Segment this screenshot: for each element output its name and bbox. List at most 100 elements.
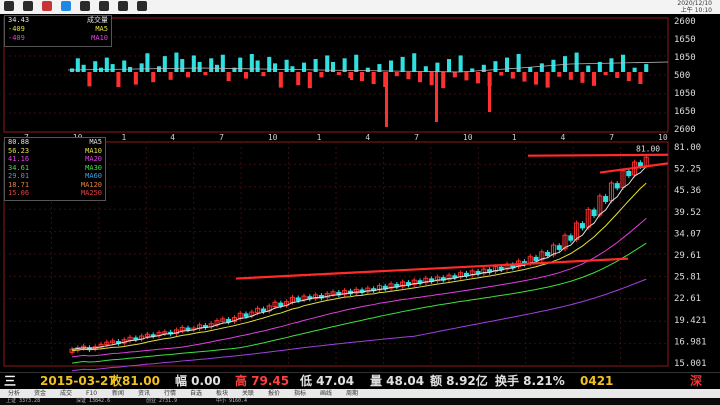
volume-bar bbox=[261, 72, 266, 77]
time-axis-tick: 7 bbox=[609, 133, 614, 142]
volume-spike bbox=[385, 72, 388, 127]
time-axis-tick: 1 bbox=[317, 133, 322, 142]
time-axis-tick: 1 bbox=[122, 133, 127, 142]
ma-legend-row: 80.88 MA5 bbox=[5, 138, 105, 147]
ma-legend-value: 80.88 bbox=[8, 138, 30, 146]
ma-legend-value: 56.23 bbox=[8, 146, 30, 155]
bottom-tab[interactable]: 指标 bbox=[294, 389, 306, 398]
volume-bar bbox=[586, 65, 591, 72]
volume-bar bbox=[191, 55, 196, 72]
volume-bar bbox=[139, 63, 144, 72]
tray-icon-3[interactable] bbox=[61, 1, 71, 11]
price-axis-tick: 34.07 bbox=[674, 229, 701, 239]
volume-bar bbox=[354, 54, 359, 72]
vol-legend-label: 成交量 bbox=[87, 16, 108, 24]
bottom-tab[interactable]: 报价 bbox=[268, 389, 280, 398]
stock-chart[interactable]: 81.00 2600 1650 1050 500 1050 1650 2600 81.00 52… bbox=[0, 14, 720, 372]
price-axis-tick: 81.00 bbox=[674, 143, 701, 153]
resistance-line bbox=[235, 257, 629, 280]
candle bbox=[533, 256, 539, 261]
volume-bar bbox=[505, 57, 510, 72]
candle bbox=[295, 297, 301, 301]
tray-icon-1[interactable] bbox=[23, 1, 33, 11]
tray-icon-0[interactable] bbox=[4, 1, 14, 11]
volume-bar bbox=[580, 72, 585, 83]
volume-spike bbox=[435, 72, 438, 122]
volume-bar bbox=[528, 66, 533, 72]
volume-bar bbox=[220, 54, 225, 72]
volume-bar bbox=[238, 57, 243, 72]
volume-bar bbox=[336, 72, 341, 75]
candle bbox=[133, 337, 139, 340]
ma-legend-label: MA20 bbox=[85, 155, 102, 163]
bottom-tab[interactable]: 周期 bbox=[346, 389, 358, 398]
quote-item: 高 79.45 bbox=[235, 374, 290, 388]
vol-axis-tick: 2600 bbox=[674, 17, 696, 27]
volume-bar bbox=[412, 53, 417, 72]
volume-bar bbox=[429, 72, 434, 86]
ma-legend-value: 34.61 bbox=[8, 163, 30, 172]
volume-bar bbox=[394, 72, 399, 77]
vol-legend-value: -409 bbox=[8, 25, 25, 33]
time-axis-tick: 4 bbox=[170, 133, 175, 142]
volume-spike bbox=[350, 72, 353, 80]
bottom-tabs[interactable]: 分析 资金 成交 F10 新闻 资讯 行情 自选 板块 关联 报价 指标 画线 周期 bbox=[0, 389, 720, 398]
volume-bar bbox=[447, 59, 452, 72]
bottom-tab[interactable]: F10 bbox=[86, 389, 97, 398]
volume-bar bbox=[116, 72, 121, 87]
right-axis: 2600 1650 1050 500 1050 1650 2600 81.00 52.25 45.… bbox=[674, 17, 707, 369]
volume-bar bbox=[365, 67, 370, 72]
volume-bar bbox=[435, 62, 440, 72]
volume-bar bbox=[510, 72, 515, 79]
vol-legend-value: 34.43 bbox=[8, 16, 30, 24]
volume-bar bbox=[186, 72, 191, 78]
candlestick-series bbox=[69, 154, 649, 355]
vol-axis-tick: 2600 bbox=[674, 125, 696, 135]
bottom-tab[interactable]: 分析 bbox=[8, 389, 20, 398]
volume-bar bbox=[418, 72, 423, 83]
bottom-tab[interactable]: 新闻 bbox=[112, 389, 124, 398]
time-axis-tick: 1 bbox=[512, 133, 517, 142]
tray-icon-6[interactable] bbox=[118, 1, 128, 11]
peak-annotation: 81.00 bbox=[636, 145, 660, 154]
tray-icon-5[interactable] bbox=[99, 1, 109, 11]
bottom-tab[interactable]: 资金 bbox=[34, 389, 46, 398]
quote-item: 三 bbox=[4, 374, 17, 388]
volume-bar bbox=[93, 61, 98, 72]
clock: 2020/12/10 上午 10:10 bbox=[677, 0, 712, 14]
volume-bar bbox=[319, 72, 324, 78]
volume-bar bbox=[244, 72, 249, 79]
tray-icon-2[interactable] bbox=[42, 1, 52, 11]
time-axis-tick: 7 bbox=[414, 133, 419, 142]
status-item: 深证 13842.6 bbox=[76, 398, 111, 404]
candle bbox=[545, 251, 551, 257]
candle bbox=[603, 196, 609, 202]
vol-axis-tick: 1050 bbox=[674, 53, 696, 63]
volume-bar bbox=[197, 61, 202, 72]
bottom-tab[interactable]: 画线 bbox=[320, 389, 332, 398]
tray-icon-4[interactable] bbox=[80, 1, 90, 11]
quote-item: 2015-03-27 bbox=[40, 374, 117, 388]
bottom-tab[interactable]: 关联 bbox=[242, 389, 254, 398]
status-item: 上证 3373.28 bbox=[6, 398, 41, 404]
bottom-tab[interactable]: 自选 bbox=[190, 389, 202, 398]
volume-bar bbox=[151, 72, 156, 83]
bottom-tab[interactable]: 行情 bbox=[164, 389, 176, 398]
volume-bar bbox=[632, 67, 637, 72]
vol-legend-label: MA10 bbox=[91, 34, 108, 42]
volume-bar bbox=[476, 72, 481, 84]
vol-legend-row: -409 MA5 bbox=[5, 25, 111, 34]
bottom-tab[interactable]: 板块 bbox=[216, 389, 228, 398]
volume-bar bbox=[400, 56, 405, 72]
clock-time: 上午 10:10 bbox=[680, 7, 712, 14]
vol-legend-value: -409 bbox=[8, 34, 25, 42]
tray-icon-7[interactable] bbox=[137, 1, 147, 11]
bottom-tab[interactable]: 成交 bbox=[60, 389, 72, 398]
volume-bar bbox=[180, 59, 185, 72]
candle bbox=[626, 170, 632, 177]
volume-bar bbox=[371, 72, 376, 84]
vol-axis-tick: 1050 bbox=[674, 89, 696, 99]
volume-bar bbox=[452, 72, 457, 78]
bottom-tab[interactable]: 资讯 bbox=[138, 389, 150, 398]
time-axis-tick: 10 bbox=[658, 133, 668, 142]
